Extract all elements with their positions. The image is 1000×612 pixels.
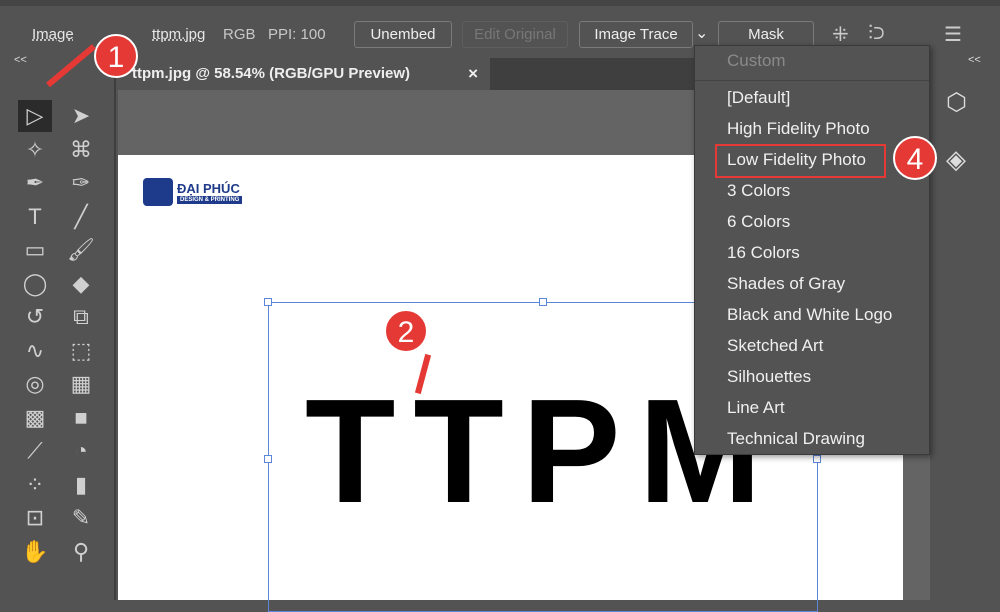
menu-item-16-colors[interactable]: 16 Colors: [727, 243, 800, 263]
filename-link[interactable]: ttpm.jpg: [152, 26, 205, 43]
mesh-tool-icon[interactable]: ▩: [18, 402, 52, 434]
logo-name: ĐẠI PHÚC: [177, 180, 240, 196]
hand-tool-icon[interactable]: ✋: [18, 536, 52, 568]
layers-icon[interactable]: ◈: [946, 144, 966, 175]
type-tool-icon[interactable]: T: [18, 201, 52, 233]
right-panel-dock: << ⬡ ◈: [932, 52, 990, 600]
magic-wand-tool-icon[interactable]: ✧: [18, 134, 52, 166]
resize-handle[interactable]: [539, 298, 547, 306]
column-graph-tool-icon[interactable]: ▮: [64, 469, 98, 501]
menu-item-6-colors[interactable]: 6 Colors: [727, 212, 790, 232]
menu-header-custom: Custom: [727, 51, 786, 70]
shaper-tool-icon[interactable]: ◯: [18, 268, 52, 300]
close-tab-icon[interactable]: ×: [468, 58, 478, 90]
step-1-badge: 1: [94, 34, 138, 78]
3d-materials-icon[interactable]: ⬡: [946, 88, 967, 117]
pen-tool-icon[interactable]: ✒: [18, 167, 52, 199]
unembed-button[interactable]: Unembed: [354, 21, 452, 48]
tools-panel: << ▷ ➤ ✧ ⌘ ✒ ✑ T ╱ ▭ 🖌 ◯ ◆ ↺ ⧉ ∿ ⬚ ◎ ▦ ▩ ■ ⟋ ◔ ⁘ ▮ ⊡ ✎ ✋ ⚲: [10, 52, 116, 600]
menu-item-technical-drawing[interactable]: Technical Drawing: [727, 429, 865, 449]
scale-tool-icon[interactable]: ⧉: [64, 301, 98, 333]
zoom-tool-icon[interactable]: ⚲: [64, 536, 98, 568]
image-trace-preset-menu: Custom [Default] High Fidelity Photo Low F…: [694, 45, 930, 455]
gradient-tool-icon[interactable]: ■: [64, 402, 98, 434]
curvature-tool-icon[interactable]: ✑: [64, 167, 98, 199]
eyedropper-tool-icon[interactable]: ⟋: [18, 435, 52, 467]
shape-builder-tool-icon[interactable]: ◎: [18, 368, 52, 400]
menu-item-high-fidelity-photo[interactable]: High Fidelity Photo: [727, 119, 870, 139]
resize-handle[interactable]: [813, 455, 821, 463]
lasso-tool-icon[interactable]: ⌘: [64, 134, 98, 166]
color-mode: RGB: [223, 26, 256, 43]
menu-item-3-colors[interactable]: 3 Colors: [727, 181, 790, 201]
perspective-grid-tool-icon[interactable]: ▦: [64, 368, 98, 400]
direct-selection-tool-icon[interactable]: ➤: [64, 100, 98, 132]
image-mode-label[interactable]: Image: [32, 26, 74, 43]
collapse-panel-button[interactable]: <<: [14, 54, 27, 66]
line-tool-icon[interactable]: ╱: [64, 201, 98, 233]
free-transform-tool-icon[interactable]: ⬚: [64, 335, 98, 367]
menu-item-sketched-art[interactable]: Sketched Art: [727, 336, 823, 356]
menu-item-silhouettes[interactable]: Silhouettes: [727, 367, 811, 387]
menu-item-black-and-white-logo[interactable]: Black and White Logo: [727, 305, 892, 325]
logo-tagline: DESIGN & PRINTING: [177, 195, 243, 204]
dai-phuc-logo: ĐẠI PHÚC DESIGN & PRINTING: [143, 178, 243, 206]
mask-button[interactable]: Mask: [718, 21, 814, 48]
printer-logo-icon: [143, 178, 173, 206]
eraser-tool-icon[interactable]: ◆: [64, 268, 98, 300]
selection-tool-icon[interactable]: ▷: [18, 100, 52, 132]
resize-handle[interactable]: [264, 455, 272, 463]
rectangle-tool-icon[interactable]: ▭: [18, 234, 52, 266]
menu-divider: [695, 80, 929, 81]
menu-item-default[interactable]: [Default]: [727, 88, 790, 108]
edit-original-button[interactable]: Edit Original: [462, 21, 568, 48]
crop-image-icon[interactable]: ⁜: [832, 22, 849, 47]
document-tab-title: ttpm.jpg @ 58.54% (RGB/GPU Preview): [132, 65, 411, 82]
warp-tool-icon[interactable]: ∿: [18, 335, 52, 367]
document-tab[interactable]: ttpm.jpg @ 58.54% (RGB/GPU Preview) ×: [118, 58, 490, 90]
slice-tool-icon[interactable]: ✎: [64, 502, 98, 534]
step-4-badge: 4: [893, 136, 937, 180]
blend-tool-icon[interactable]: ◔: [64, 435, 98, 467]
collapse-panel-button[interactable]: <<: [968, 54, 981, 66]
menu-item-shades-of-gray[interactable]: Shades of Gray: [727, 274, 845, 294]
artboard-tool-icon[interactable]: ⊡: [18, 502, 52, 534]
image-trace-button[interactable]: Image Trace: [579, 21, 693, 48]
chevron-down-icon[interactable]: ⌄: [695, 23, 708, 43]
resize-handle[interactable]: [264, 298, 272, 306]
ppi-value: PPI: 100: [268, 26, 326, 43]
rotate-tool-icon[interactable]: ↺: [18, 301, 52, 333]
step-2-badge: 2: [384, 309, 428, 353]
menu-list-icon[interactable]: ☰: [944, 22, 962, 47]
align-icon[interactable]: ⫶⊃: [868, 22, 885, 45]
paintbrush-tool-icon[interactable]: 🖌: [64, 234, 98, 266]
menu-item-line-art[interactable]: Line Art: [727, 398, 785, 418]
symbol-sprayer-tool-icon[interactable]: ⁘: [18, 469, 52, 501]
highlight-box: [715, 144, 886, 178]
